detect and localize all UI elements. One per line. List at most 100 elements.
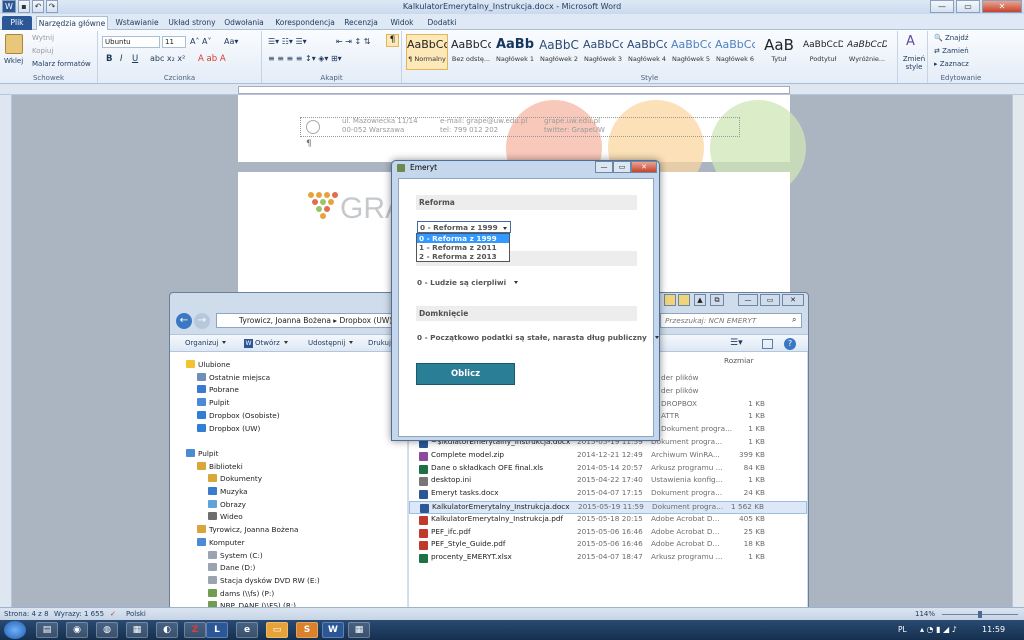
language-indicator[interactable]: Polski xyxy=(126,610,146,618)
nav-item[interactable]: Dropbox (UW) xyxy=(197,423,260,433)
tray-icons[interactable]: ▴ ◔ ▮ ◢ ♪ xyxy=(920,625,957,634)
save-icon[interactable]: ▪ xyxy=(18,0,30,13)
cut-button[interactable]: Wytnij xyxy=(32,34,54,42)
restore-icon[interactable]: ⧉ xyxy=(710,294,724,306)
word-taskbar-icon[interactable]: W xyxy=(322,622,344,638)
format-painter-button[interactable]: Malarz formatów xyxy=(32,60,91,68)
file-row[interactable]: Complete model.zip 2014-12-21 12:49 Archiw… xyxy=(409,450,807,463)
preview-pane-icon[interactable] xyxy=(762,339,773,349)
strikethrough-icon[interactable]: abc x₂ x² xyxy=(150,54,185,63)
tab-mailings[interactable]: Korespondencja xyxy=(272,16,338,30)
nav-item[interactable]: System (C:) xyxy=(208,550,263,560)
dialog-maximize-button[interactable]: ▭ xyxy=(613,161,631,173)
file-row[interactable]: PEF_Style_Guide.pdf 2015-05-06 16:46 Adobe… xyxy=(409,539,807,552)
italic-icon[interactable]: I xyxy=(120,54,123,64)
align-icons[interactable]: ≡ ≡ ≡ ≡ ↕▾ ◈▾ ⊞▾ xyxy=(268,54,342,63)
open-button[interactable]: W Otwórz xyxy=(244,339,288,348)
bullets-icon[interactable]: ☰▾ ☷▾ ☰▾ xyxy=(268,37,307,46)
style-subtitle[interactable]: AaBbCcD Podtytuł xyxy=(802,34,844,70)
file-row[interactable]: KalkulatorEmerytalny_Instrukcja.pdf 2015-… xyxy=(409,514,807,527)
dialog-close-button[interactable]: ✕ xyxy=(631,161,657,173)
chrome-icon[interactable]: ◉ xyxy=(66,622,88,638)
zoom-slider-thumb[interactable] xyxy=(978,611,982,618)
proofing-icon[interactable]: ✓ xyxy=(110,610,116,618)
file-row[interactable]: desktop.ini 2015-04-22 17:40 Ustawienia ko… xyxy=(409,475,807,488)
nav-item[interactable]: Wideo xyxy=(208,512,243,521)
nav-item[interactable]: dams (\\fs) (P:) xyxy=(208,588,274,598)
nav-item[interactable]: Pobrane xyxy=(197,385,239,394)
organize-button[interactable]: Organizuj xyxy=(185,339,227,347)
nav-item[interactable]: Obrazy xyxy=(208,499,246,509)
nav-item[interactable]: Dokumenty xyxy=(208,474,262,483)
help-icon[interactable]: ? xyxy=(784,338,796,350)
s-app-icon[interactable]: S xyxy=(296,622,318,638)
vertical-scrollbar[interactable] xyxy=(1012,95,1024,607)
grow-font-icon[interactable]: A˄ A˅ xyxy=(190,37,212,46)
style-emphasis[interactable]: AaBbCcD Wyróżnie... xyxy=(846,34,888,70)
change-styles-button[interactable]: Zmień style xyxy=(902,55,926,71)
calculate-button[interactable]: Oblicz xyxy=(416,363,515,385)
word-counter[interactable]: Wyrazy: 1 655 xyxy=(54,610,104,618)
nav-item[interactable]: Pulpit xyxy=(197,398,229,407)
tab-file[interactable]: Plik xyxy=(2,16,32,30)
file-row[interactable]: procenty_EMERYT.xlsx 2015-04-07 18:47 Arku… xyxy=(409,552,807,565)
z-app-icon[interactable]: Z xyxy=(184,622,206,638)
nav-item[interactable]: Dane (D:) xyxy=(208,563,255,572)
change-styles-icon[interactable]: A xyxy=(906,34,915,49)
calculator-icon[interactable]: ▦ xyxy=(348,622,370,638)
vertical-ruler[interactable] xyxy=(0,95,12,607)
style-heading-3[interactable]: AaBbCc Nagłówek 3 xyxy=(582,34,624,70)
explorer-close-button[interactable]: ✕ xyxy=(782,294,804,306)
document-page[interactable]: ul. Mazowiecka 11/14 00-052 Warszawa e-ma… xyxy=(238,95,806,196)
font-color-icon[interactable]: A ab A xyxy=(198,54,226,64)
firefox-icon[interactable]: ◍ xyxy=(96,622,118,638)
ie-icon[interactable]: e xyxy=(236,622,258,638)
file-row[interactable]: KalkulatorEmerytalny_Instrukcja.docx 2015… xyxy=(409,501,807,514)
search-input[interactable]: Przeszukaj: NCN EMERYT xyxy=(660,313,802,328)
share-button[interactable]: Udostępnij xyxy=(308,339,354,347)
reform-select[interactable]: 0 - Reforma z 1999 xyxy=(417,221,511,233)
copy-button[interactable]: Kopiuj xyxy=(32,47,53,55)
font-name-combo[interactable]: Ubuntu xyxy=(102,36,160,48)
style-heading-4[interactable]: AaBbCc Nagłówek 4 xyxy=(626,34,668,70)
dropdown-option[interactable]: 0 - Reforma z 1999 xyxy=(417,234,509,243)
clock[interactable]: 11:59 xyxy=(982,625,1005,634)
nav-item[interactable]: Tyrowicz, Joanna Bożena xyxy=(197,525,298,534)
close-button[interactable]: ✕ xyxy=(982,0,1022,13)
style-heading-5[interactable]: AaBbCc Nagłówek 5 xyxy=(670,34,712,70)
nav-item[interactable]: Stacja dysków DVD RW (E:) xyxy=(208,575,320,585)
closure-select[interactable]: 0 - Początkowo podatki są stałe, narasta… xyxy=(417,332,659,344)
find-button[interactable]: 🔍 Znajdź xyxy=(934,34,969,42)
bold-icon[interactable]: B xyxy=(106,54,112,64)
tab-addins[interactable]: Dodatki xyxy=(424,16,460,30)
explorer-maximize-button[interactable]: ▭ xyxy=(760,294,780,306)
file-row[interactable]: Dane o składkach OFE final.xls 2014-05-14… xyxy=(409,463,807,476)
style-no-spacing[interactable]: AaBbCcI Bez odstę... xyxy=(450,34,492,70)
redo-icon[interactable]: ↷ xyxy=(46,0,58,13)
forward-button[interactable]: → xyxy=(194,313,210,329)
nav-item[interactable]: Ostatnie miejsca xyxy=(197,372,270,382)
search-icon[interactable]: ⌕ xyxy=(792,315,796,325)
lync-icon[interactable]: L xyxy=(206,622,228,638)
paste-button[interactable]: Wklej xyxy=(4,57,23,65)
maximize-button[interactable]: ▭ xyxy=(956,0,980,13)
back-button[interactable]: ← xyxy=(176,313,192,329)
pilcrow-icon[interactable]: ¶ xyxy=(386,34,399,47)
underline-icon[interactable]: U xyxy=(132,54,138,64)
start-button[interactable] xyxy=(4,621,26,639)
zoom-level[interactable]: 114% xyxy=(915,610,935,618)
style-heading-1[interactable]: AaBb Nagłówek 1 xyxy=(494,34,536,70)
tab-review[interactable]: Recenzja xyxy=(342,16,380,30)
style-title[interactable]: AaB Tytuł xyxy=(758,34,800,70)
change-case-icon[interactable]: Aa▾ xyxy=(224,37,238,46)
dropdown-option[interactable]: 1 - Reforma z 2011 xyxy=(417,243,509,252)
nav-item[interactable]: Biblioteki xyxy=(197,461,243,471)
tab-layout[interactable]: Układ strony xyxy=(166,16,218,30)
nav-item[interactable]: Pulpit xyxy=(186,448,218,458)
minimize-button[interactable]: — xyxy=(930,0,954,13)
style-normal[interactable]: AaBbCcI ¶ Normalny xyxy=(406,34,448,70)
column-size-header[interactable]: Rozmiar xyxy=(724,356,754,365)
style-heading-6[interactable]: AaBbCc Nagłówek 6 xyxy=(714,34,756,70)
folder-icon[interactable]: ▭ xyxy=(266,622,288,638)
tab-insert[interactable]: Wstawianie xyxy=(112,16,162,30)
